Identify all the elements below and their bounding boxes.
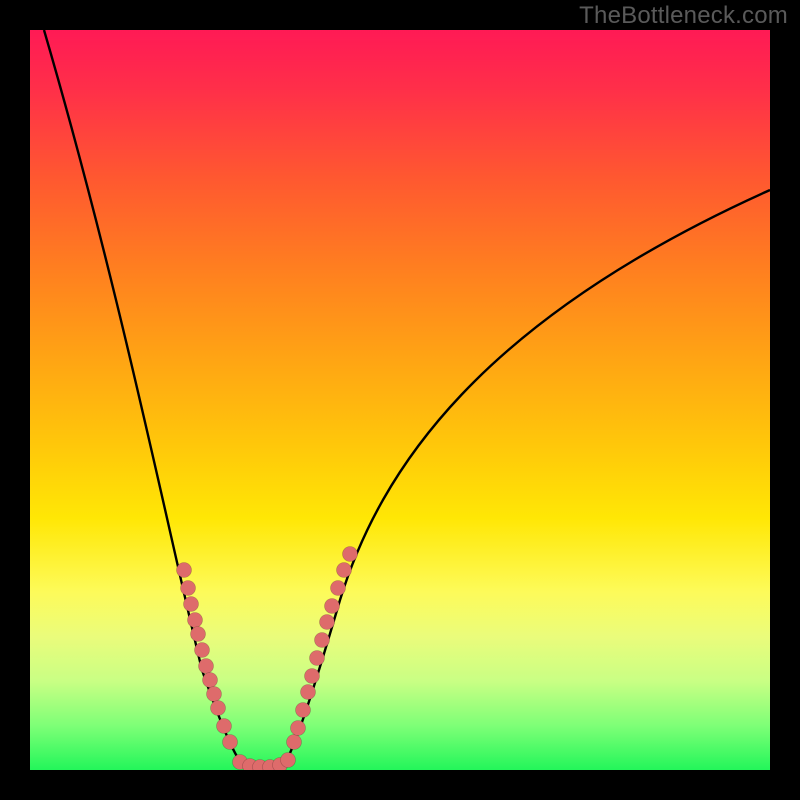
watermark-text: TheBottleneck.com <box>579 2 788 30</box>
data-point <box>281 753 296 768</box>
chart-container: TheBottleneck.com <box>0 0 800 800</box>
data-point <box>207 687 222 702</box>
data-point <box>310 651 325 666</box>
plot-area <box>30 30 770 770</box>
data-point <box>223 735 238 750</box>
data-point <box>177 563 192 578</box>
data-point <box>305 669 320 684</box>
data-point <box>287 735 302 750</box>
data-point <box>343 547 358 562</box>
data-point <box>199 659 214 674</box>
data-point <box>296 703 311 718</box>
data-point <box>331 581 346 596</box>
plot-svg <box>30 30 770 770</box>
data-point <box>195 643 210 658</box>
data-point <box>181 581 196 596</box>
data-point <box>325 599 340 614</box>
data-point <box>337 563 352 578</box>
markers-group <box>177 547 358 771</box>
data-point <box>203 673 218 688</box>
curve-left <box>44 30 246 770</box>
curve-right <box>282 190 770 770</box>
data-point <box>191 627 206 642</box>
data-point <box>320 615 335 630</box>
data-point <box>315 633 330 648</box>
data-point <box>217 719 232 734</box>
data-point <box>188 613 203 628</box>
data-point <box>184 597 199 612</box>
data-point <box>211 701 226 716</box>
data-point <box>301 685 316 700</box>
data-point <box>291 721 306 736</box>
